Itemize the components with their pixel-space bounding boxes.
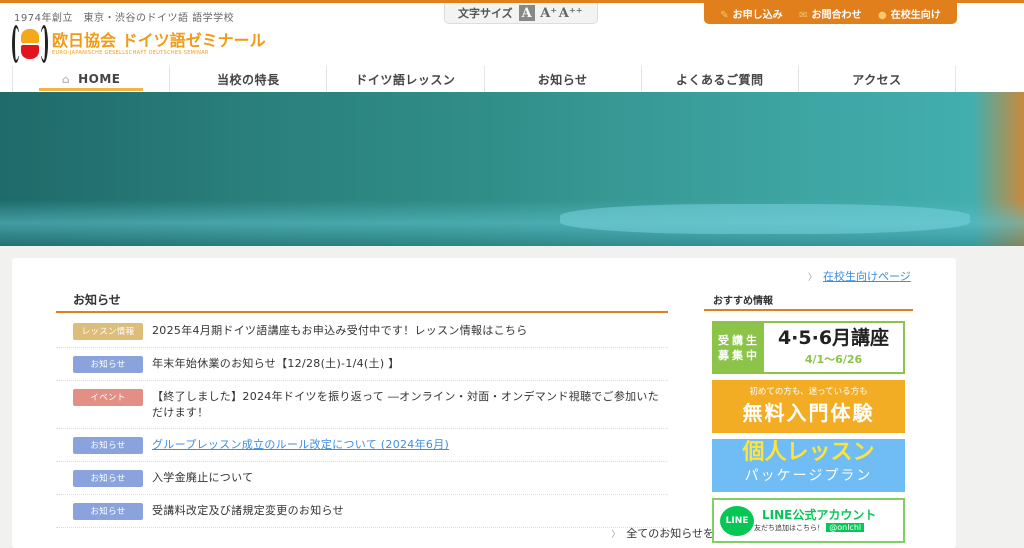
students-link[interactable]: ● 在校生向け <box>878 6 941 21</box>
font-size-medium-button[interactable]: A⁺ <box>540 5 557 21</box>
line-id: @onlchl <box>826 523 865 532</box>
utility-menu: ✎ お申し込み ✉ お問合わせ ● 在校生向け <box>704 3 957 24</box>
nav-home[interactable]: ⌂ HOME <box>12 66 169 92</box>
contact-link[interactable]: ✉ お問合わせ <box>799 6 861 21</box>
logo-mark-icon <box>12 25 48 63</box>
news-text[interactable]: 受講料改定及び諸規定変更のお知らせ <box>152 503 344 519</box>
category-badge: イベント <box>73 389 143 406</box>
nav-features[interactable]: 当校の特長 <box>169 66 326 92</box>
font-size-label: 文字サイズ <box>458 7 513 20</box>
hero-image <box>0 92 1024 246</box>
font-size-switcher: 文字サイズ A A⁺ A⁺⁺ <box>444 3 598 24</box>
nav-access[interactable]: アクセス <box>797 66 957 92</box>
news-item[interactable]: レッスン情報 2025年4月期ドイツ語講座もお申込み受付中です！レッスン情報はこち… <box>56 315 668 348</box>
category-badge: お知らせ <box>73 437 143 454</box>
banner-subtitle: 友だち追加はこちら！ <box>754 524 824 532</box>
person-icon: ● <box>877 10 887 21</box>
apply-link[interactable]: ✎ お申し込み <box>720 6 782 21</box>
chevron-right-icon: 〉 <box>808 273 818 283</box>
banner-subtitle: 初めての方も、迷っている方も <box>749 387 868 397</box>
main-nav: ⌂ HOME 当校の特長 ドイツ語レッスン お知らせ よくあるご質問 アクセス <box>12 66 957 92</box>
banner-label: 募集中 <box>718 348 760 362</box>
banner-heading: 個人レッスン <box>742 440 875 465</box>
recommended-title: おすすめ情報 <box>713 296 773 307</box>
student-page-link[interactable]: 〉在校生向けページ <box>808 268 911 284</box>
nav-faq[interactable]: よくあるご質問 <box>640 66 798 92</box>
news-text[interactable]: 年末年始休業のお知らせ【12/28(土)-1/4(土) 】 <box>152 356 400 372</box>
free-trial-banner[interactable]: 初めての方も、迷っている方も 無料入門体験 <box>712 380 905 433</box>
site-logo[interactable]: 欧日協会 ドイツ語ゼミナール EURO-JAPANISCHE GESELLSCH… <box>12 25 266 63</box>
banner-subtitle: パッケージプラン <box>744 468 873 484</box>
category-badge: お知らせ <box>73 503 143 520</box>
news-text[interactable]: 【終了しました】2024年ドイツを振り返って ―オンライン・対面・オンデマンド視… <box>152 389 668 421</box>
contact-label: お問合わせ <box>811 10 862 21</box>
font-size-large-button[interactable]: A⁺⁺ <box>559 5 583 21</box>
students-label: 在校生向け <box>890 10 941 21</box>
category-badge: レッスン情報 <box>73 323 143 340</box>
student-page-label[interactable]: 在校生向けページ <box>823 270 911 283</box>
logo-title: 欧日協会 ドイツ語ゼミナール <box>52 31 266 50</box>
news-text[interactable]: 2025年4月期ドイツ語講座もお申込み受付中です！レッスン情報はこちら <box>152 323 528 339</box>
nav-home-label: HOME <box>78 72 121 86</box>
news-link[interactable]: グループレッスン成立のルール改定について (2024年6月) <box>152 437 449 453</box>
line-account-banner[interactable]: LINE LINE公式アカウント 友だち追加はこちら！ @onlchl <box>712 498 905 543</box>
private-lesson-banner[interactable]: 個人レッスン パッケージプラン <box>712 439 905 492</box>
tagline: 1974年創立 東京・渋谷のドイツ語 語学学校 <box>14 13 235 24</box>
line-icon: LINE <box>720 506 754 536</box>
news-item[interactable]: イベント 【終了しました】2024年ドイツを振り返って ―オンライン・対面・オンデ… <box>56 381 668 429</box>
recommended-divider <box>704 309 913 311</box>
apply-label: お申し込み <box>732 10 783 21</box>
banner-heading: 無料入門体験 <box>742 401 875 425</box>
font-size-small-button[interactable]: A <box>518 5 535 21</box>
category-badge: お知らせ <box>73 356 143 373</box>
banner-label: 受講生 <box>718 333 760 347</box>
news-item[interactable]: お知らせ 入学金廃止について <box>56 462 668 495</box>
pencil-icon: ✎ <box>720 10 729 21</box>
banner-heading: LINE公式アカウント <box>762 508 877 522</box>
chevron-right-icon: 〉 <box>611 530 621 540</box>
nav-lessons[interactable]: ドイツ語レッスン <box>326 66 483 92</box>
mail-icon: ✉ <box>799 10 808 21</box>
news-item[interactable]: お知らせ 年末年始休業のお知らせ【12/28(土)-1/4(土) 】 <box>56 348 668 381</box>
home-icon: ⌂ <box>61 72 71 86</box>
news-title: お知らせ <box>73 293 121 307</box>
news-item[interactable]: お知らせ グループレッスン成立のルール改定について (2024年6月) <box>56 429 668 462</box>
spring-course-banner[interactable]: 受講生 募集中 4·5·6月講座 4/1〜6/26 <box>712 321 905 374</box>
logo-subtitle: EURO-JAPANISCHE GESELLSCHAFT DEUTSCHES S… <box>52 50 209 56</box>
nav-news[interactable]: お知らせ <box>483 66 641 92</box>
news-item[interactable]: お知らせ 受講料改定及び諸規定変更のお知らせ <box>56 495 668 528</box>
news-divider <box>56 311 668 313</box>
category-badge: お知らせ <box>73 470 143 487</box>
banner-heading: 4·5·6月講座 <box>777 327 890 349</box>
banner-dates: 4/1〜6/26 <box>804 353 863 366</box>
news-list: レッスン情報 2025年4月期ドイツ語講座もお申込み受付中です！レッスン情報はこち… <box>56 315 668 528</box>
news-text[interactable]: 入学金廃止について <box>152 470 253 486</box>
